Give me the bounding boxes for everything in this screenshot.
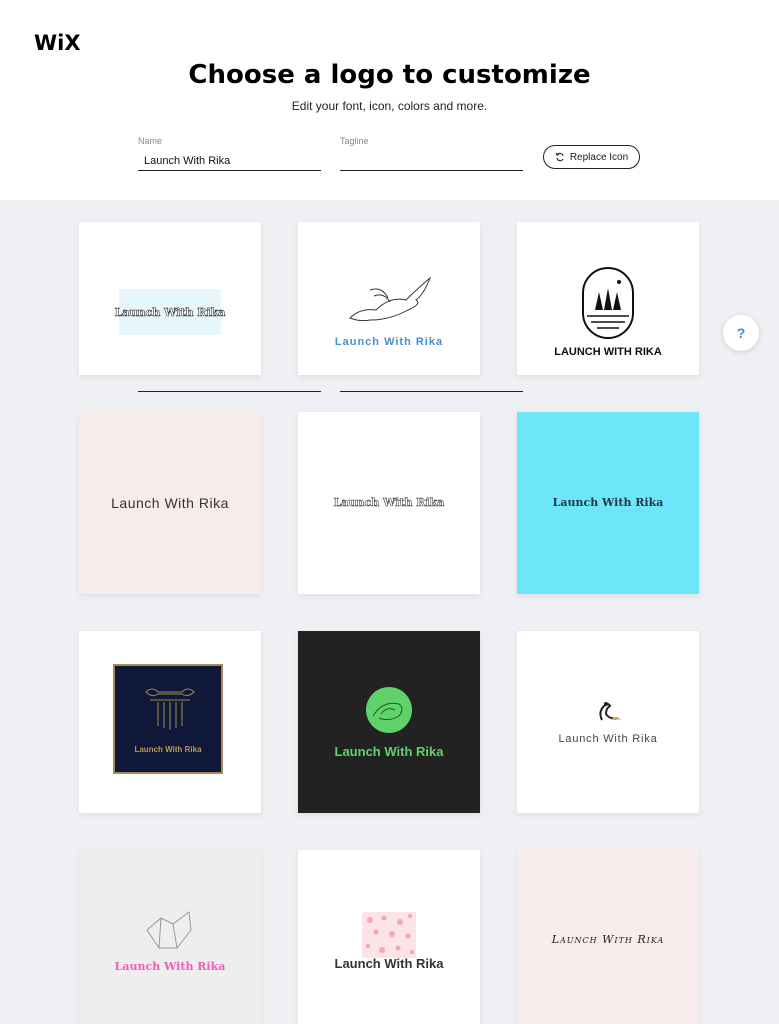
header: WiX Choose a logo to customize Edit your… [0,0,779,200]
logo-text: Launch With Rika [334,744,444,759]
page-title: Choose a logo to customize [188,60,591,90]
logo-card-8[interactable]: Launch With Rika [298,631,480,813]
help-button[interactable]: ? [723,315,759,351]
logo-card-9[interactable]: Launch With Rika [517,631,699,813]
replace-icon [555,152,564,162]
logo-badge: Launch With Rika [113,664,223,774]
bird-outline-icon [349,276,432,322]
logo-text: LAUNCH WITH RIKA [554,346,662,358]
page-subtitle: Edit your font, icon, colors and more. [291,99,488,113]
divider [138,391,321,392]
logo-card-4[interactable]: Launch With Rika [79,412,261,594]
logo-text: Launch With Rika [114,960,226,973]
logo-card-7[interactable]: Launch With Rika [79,631,261,813]
logo-text: Launch With Rika [552,496,664,509]
logo-text: Launch With Rika [333,496,445,510]
logo-card-12[interactable]: Launch With Rika [517,850,699,1024]
column-capital-icon [145,688,195,730]
logo-text: Launch With Rika [551,933,665,946]
logo-card-10[interactable]: Launch With Rika [79,850,261,1024]
tagline-field-label: Tagline [340,136,369,146]
help-icon: ? [736,325,746,341]
logo-text: Launch With Rika [334,336,444,348]
replace-icon-label: Replace Icon [569,151,629,163]
pink-pattern-icon [362,912,416,958]
logo-card-6[interactable]: Launch With Rika [517,412,699,594]
tagline-field[interactable]: Tagline [340,136,523,171]
green-circle-emblem-icon [366,687,412,733]
logo-card-1[interactable]: Launch With Rika [79,222,261,375]
name-field-label: Name [138,136,163,146]
logo-text: Launch With Rika [334,956,444,971]
logo-card-5[interactable]: Launch With Rika [298,412,480,594]
logo-card-11[interactable]: Launch With Rika [298,850,480,1024]
logo-card-2[interactable]: Launch With Rika [298,222,480,375]
geometric-shape-icon [146,911,192,949]
forest-badge-icon [582,267,634,339]
replace-icon-button[interactable]: Replace Icon [543,145,640,169]
logo-text: Launch With Rika [134,745,202,754]
logo-text: Launch With Rika [114,306,226,320]
name-field[interactable]: Name Launch With Rika [138,136,321,171]
logo-text: Launch With Rika [111,495,229,511]
divider [340,391,523,392]
dove-icon [599,702,621,721]
wix-logo[interactable]: WiX [34,31,81,55]
logo-card-3[interactable]: LAUNCH WITH RIKA [517,222,699,375]
logo-text: Launch With Rika [558,733,658,745]
name-input[interactable]: Launch With Rika [144,155,230,167]
